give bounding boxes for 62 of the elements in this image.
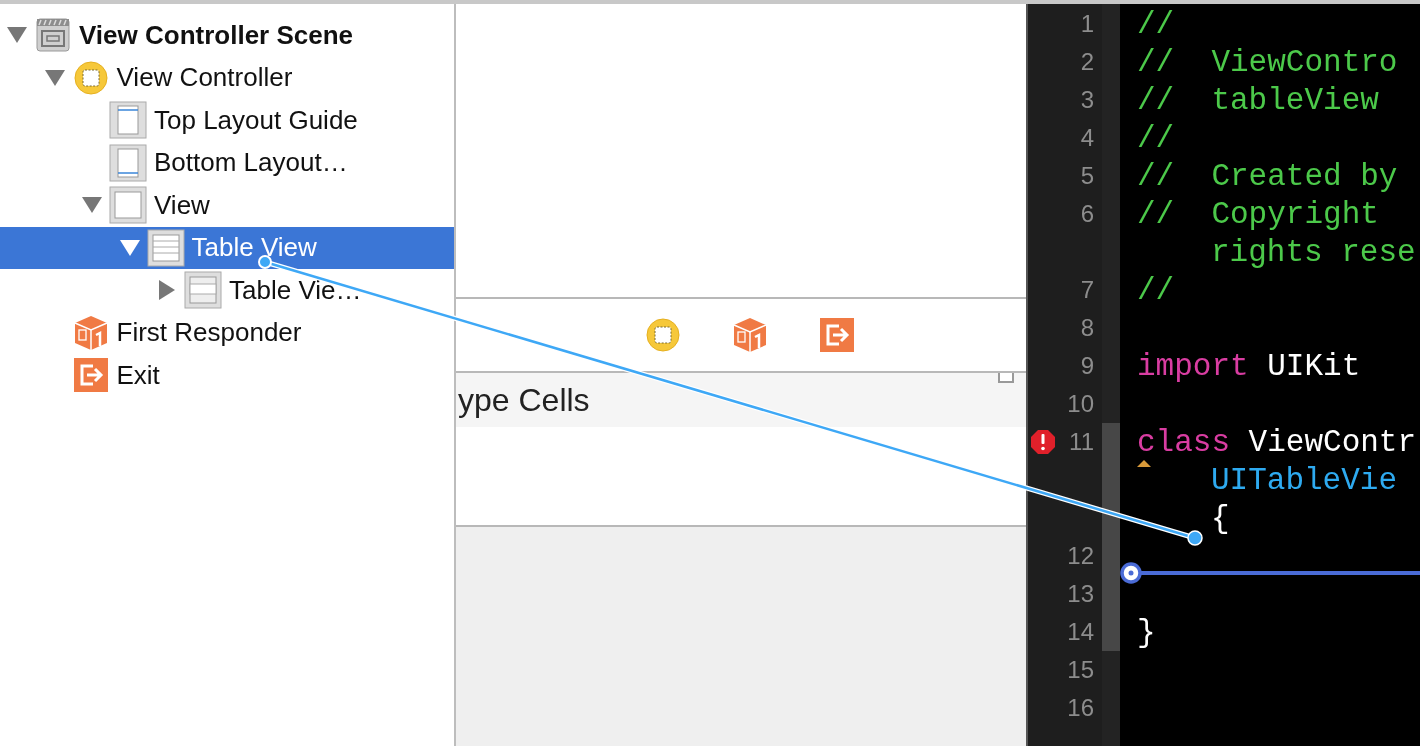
section-header: ype Cells <box>458 381 590 420</box>
view-controller-icon <box>73 60 108 95</box>
error-icon[interactable] <box>1030 429 1056 455</box>
outline-row[interactable]: Top Layout Guide <box>0 99 454 142</box>
table-cell-icon <box>184 271 222 310</box>
outline-label: Table View <box>191 231 317 265</box>
outline-row[interactable]: First Responder <box>0 311 454 354</box>
exit-icon <box>73 358 108 393</box>
line-number: 16 <box>1067 693 1094 723</box>
code-line: // <box>1137 274 1175 306</box>
code-line: // Copyright <box>1137 198 1379 230</box>
outline-label: View <box>154 188 210 222</box>
line-number: 11 <box>1069 427 1094 457</box>
view-controller-icon <box>646 318 680 352</box>
outline-label: Bottom Layout… <box>154 146 348 180</box>
code-line: // tableView <box>1137 84 1379 116</box>
line-number: 14 <box>1067 617 1094 647</box>
view-icon <box>109 186 147 225</box>
outline-row[interactable]: Bottom Layout… <box>0 141 454 184</box>
outline-label: View Controller Scene <box>79 18 354 52</box>
outline-row[interactable]: View Controller <box>0 56 454 99</box>
line-number: 1 <box>1080 9 1094 39</box>
cube-icon <box>733 317 767 353</box>
outline-label: View Controller <box>116 61 293 95</box>
line-number: 15 <box>1067 655 1094 685</box>
code-line: UITableVie <box>1211 464 1398 496</box>
code-line: // Created by <box>1137 160 1398 192</box>
code-line: // <box>1137 8 1175 40</box>
outline-label: Top Layout Guide <box>154 103 358 137</box>
line-number: 3 <box>1080 85 1094 115</box>
code-line: rights rese <box>1211 236 1416 268</box>
line-number: 5 <box>1080 161 1094 191</box>
outline-label: First Responder <box>116 316 302 350</box>
code-line: class ViewContr <box>1137 426 1417 458</box>
line-number: 2 <box>1080 47 1094 77</box>
cube-icon <box>73 314 108 351</box>
line-number: 6 <box>1080 199 1094 229</box>
exit-icon <box>820 318 854 352</box>
outline-row[interactable]: Exit <box>0 354 454 397</box>
table-icon <box>146 228 185 267</box>
outline-row[interactable]: View Controller Scene <box>0 14 454 57</box>
caret-icon <box>1137 460 1151 467</box>
line-number: 12 <box>1067 541 1094 571</box>
code-line: { <box>1211 502 1230 534</box>
outline-row[interactable]: Table Vie… <box>0 269 454 312</box>
outline-row[interactable]: View <box>0 184 454 227</box>
top-guide-icon <box>109 101 147 140</box>
line-number: 9 <box>1080 351 1094 381</box>
outline-label: Table Vie… <box>229 273 362 307</box>
outline-label: Exit <box>116 358 160 392</box>
bottom-guide-icon <box>109 143 147 182</box>
outline-row[interactable]: Table View <box>0 226 454 269</box>
line-number: 13 <box>1067 579 1094 609</box>
code-line: } <box>1137 616 1156 648</box>
line-number: 8 <box>1080 313 1094 343</box>
code-line: import UIKit <box>1137 350 1361 382</box>
code-line: // ViewContro <box>1137 46 1398 78</box>
scene-icon <box>36 18 70 53</box>
line-number: 7 <box>1080 275 1094 305</box>
line-number: 10 <box>1067 389 1094 419</box>
code-line: // <box>1137 122 1175 154</box>
line-number: 4 <box>1080 123 1094 153</box>
